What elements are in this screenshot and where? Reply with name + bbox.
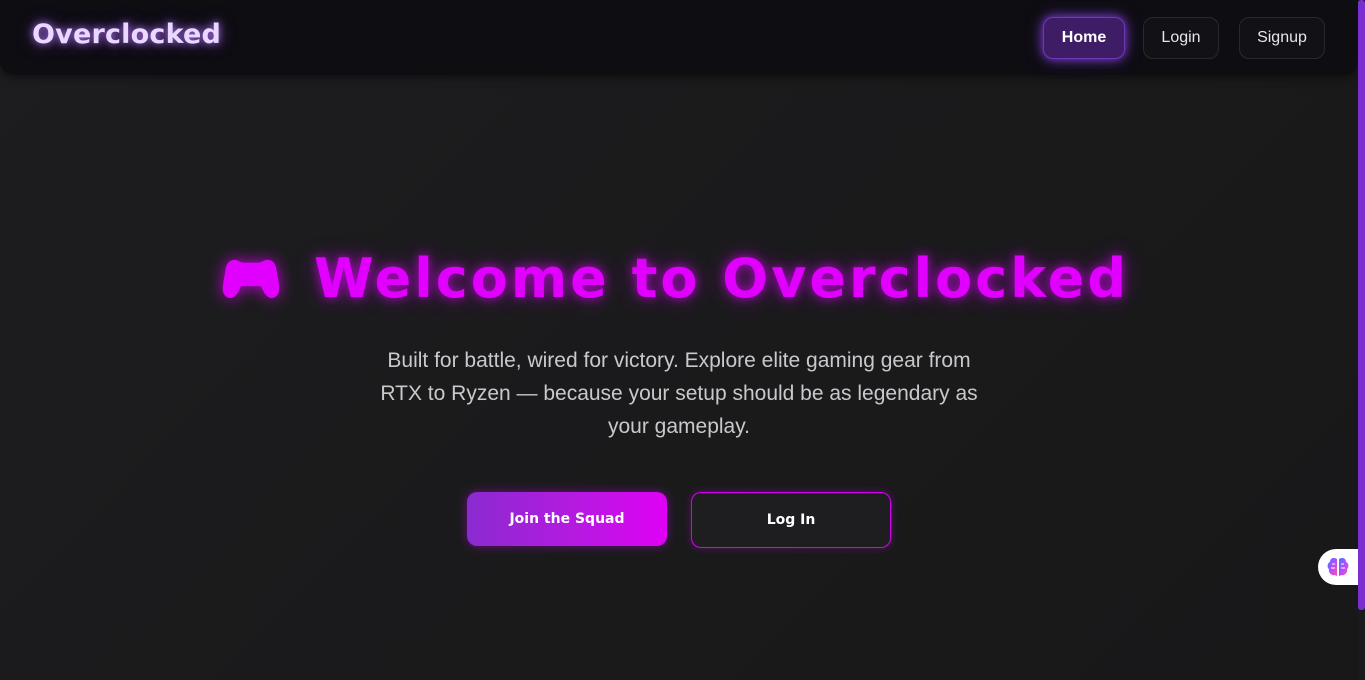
hero-heading: Welcome to Overclocked (222, 243, 1129, 313)
nav-signup-button[interactable]: Signup (1239, 17, 1325, 59)
assistant-widget-button[interactable] (1318, 549, 1358, 585)
navbar: Overclocked Home Login Signup (0, 0, 1358, 75)
scrollbar-track[interactable] (1358, 0, 1365, 680)
nav-home-button[interactable]: Home (1043, 17, 1125, 59)
nav-login-button[interactable]: Login (1143, 17, 1219, 59)
gamepad-icon (222, 259, 280, 298)
brand-logo[interactable]: Overclocked (32, 19, 221, 50)
log-in-button[interactable]: Log In (691, 492, 891, 548)
scrollbar-thumb[interactable] (1358, 0, 1365, 610)
join-squad-button[interactable]: Join the Squad (467, 492, 667, 546)
hero-subtitle: Built for battle, wired for victory. Exp… (380, 349, 978, 438)
page: Overclocked Home Login Signup Welcome to… (0, 0, 1365, 680)
brain-icon (1327, 558, 1349, 576)
hero-title: Welcome to Overclocked (314, 246, 1130, 310)
